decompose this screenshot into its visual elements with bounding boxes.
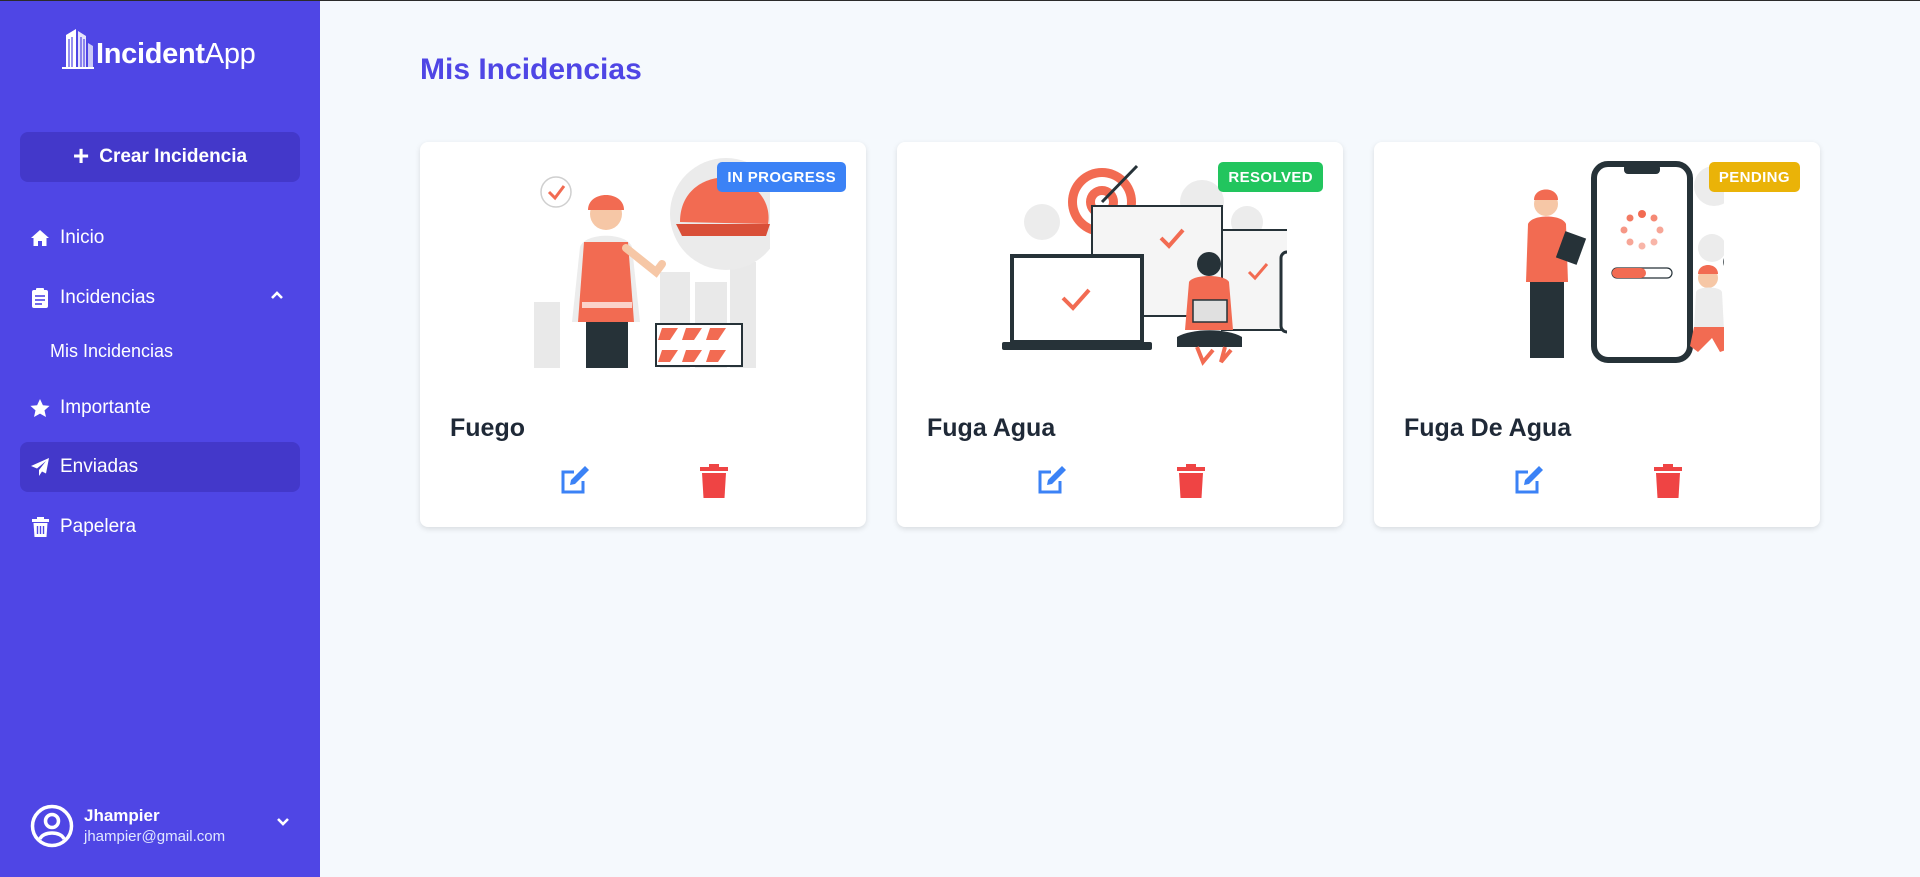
sidebar-item-label: Inicio [60,227,105,248]
app-logo[interactable]: IncidentApp [62,25,256,70]
status-badge: RESOLVED [1218,162,1323,192]
sidebar-item-mis-incidencias[interactable]: Mis Incidencias [50,341,173,362]
delete-icon[interactable] [699,464,729,498]
page-title: Mis Incidencias [420,53,642,86]
sidebar-item-enviadas[interactable]: Enviadas [20,442,300,492]
edit-icon[interactable] [1036,464,1068,496]
user-name: Jhampier [84,806,160,825]
incident-card[interactable]: RESOLVED Fuga Agua [897,142,1343,527]
user-email: jhampier@gmail.com [84,828,226,845]
sidebar-item-importante[interactable]: Importante [20,383,300,433]
sidebar-item-label: Importante [60,397,151,418]
logo-bold: Incident [96,38,205,70]
plus-icon: + [72,139,90,171]
incident-card[interactable]: PENDING Fuga De Agua [1374,142,1820,527]
status-badge: IN PROGRESS [717,162,846,192]
chevron-up-icon [271,291,283,299]
card-title: Fuga De Agua [1404,414,1572,442]
create-incident-button[interactable]: + Crear Incidencia [20,132,300,182]
chevron-down-icon[interactable] [276,817,290,827]
sidebar-item-inicio[interactable]: Inicio [20,213,300,263]
user-info: Jhampier jhampier@gmail.com [84,805,225,847]
edit-icon[interactable] [1513,464,1545,496]
logo-text: IncidentApp [96,38,256,70]
user-circle-icon [30,804,74,848]
logo-light: App [204,38,256,70]
sidebar-item-label: Incidencias [60,287,156,308]
card-title: Fuga Agua [927,414,1056,442]
delete-icon[interactable] [1176,464,1206,498]
create-incident-label: Crear Incidencia [99,146,248,167]
trash-icon [30,517,50,537]
building-icon [62,29,94,69]
edit-icon[interactable] [559,464,591,496]
delete-icon[interactable] [1653,464,1683,498]
star-icon [30,398,50,418]
sidebar-item-label: Papelera [60,516,137,537]
user-profile[interactable]: Jhampier jhampier@gmail.com [30,802,290,850]
sidebar-item-incidencias[interactable]: Incidencias [20,273,300,323]
sidebar-item-label: Enviadas [60,456,139,477]
clipboard-icon [30,288,50,308]
phone-checking-illustration [1526,161,1724,363]
incident-card[interactable]: IN PROGRESS Fuego [420,142,866,527]
card-title: Fuego [450,414,525,442]
paper-plane-icon [30,457,50,477]
home-icon [30,228,50,248]
sidebar-item-papelera[interactable]: Papelera [20,502,300,552]
sidebar: IncidentApp + Crear Incidencia Inicio In… [0,1,320,877]
status-badge: PENDING [1708,162,1800,192]
